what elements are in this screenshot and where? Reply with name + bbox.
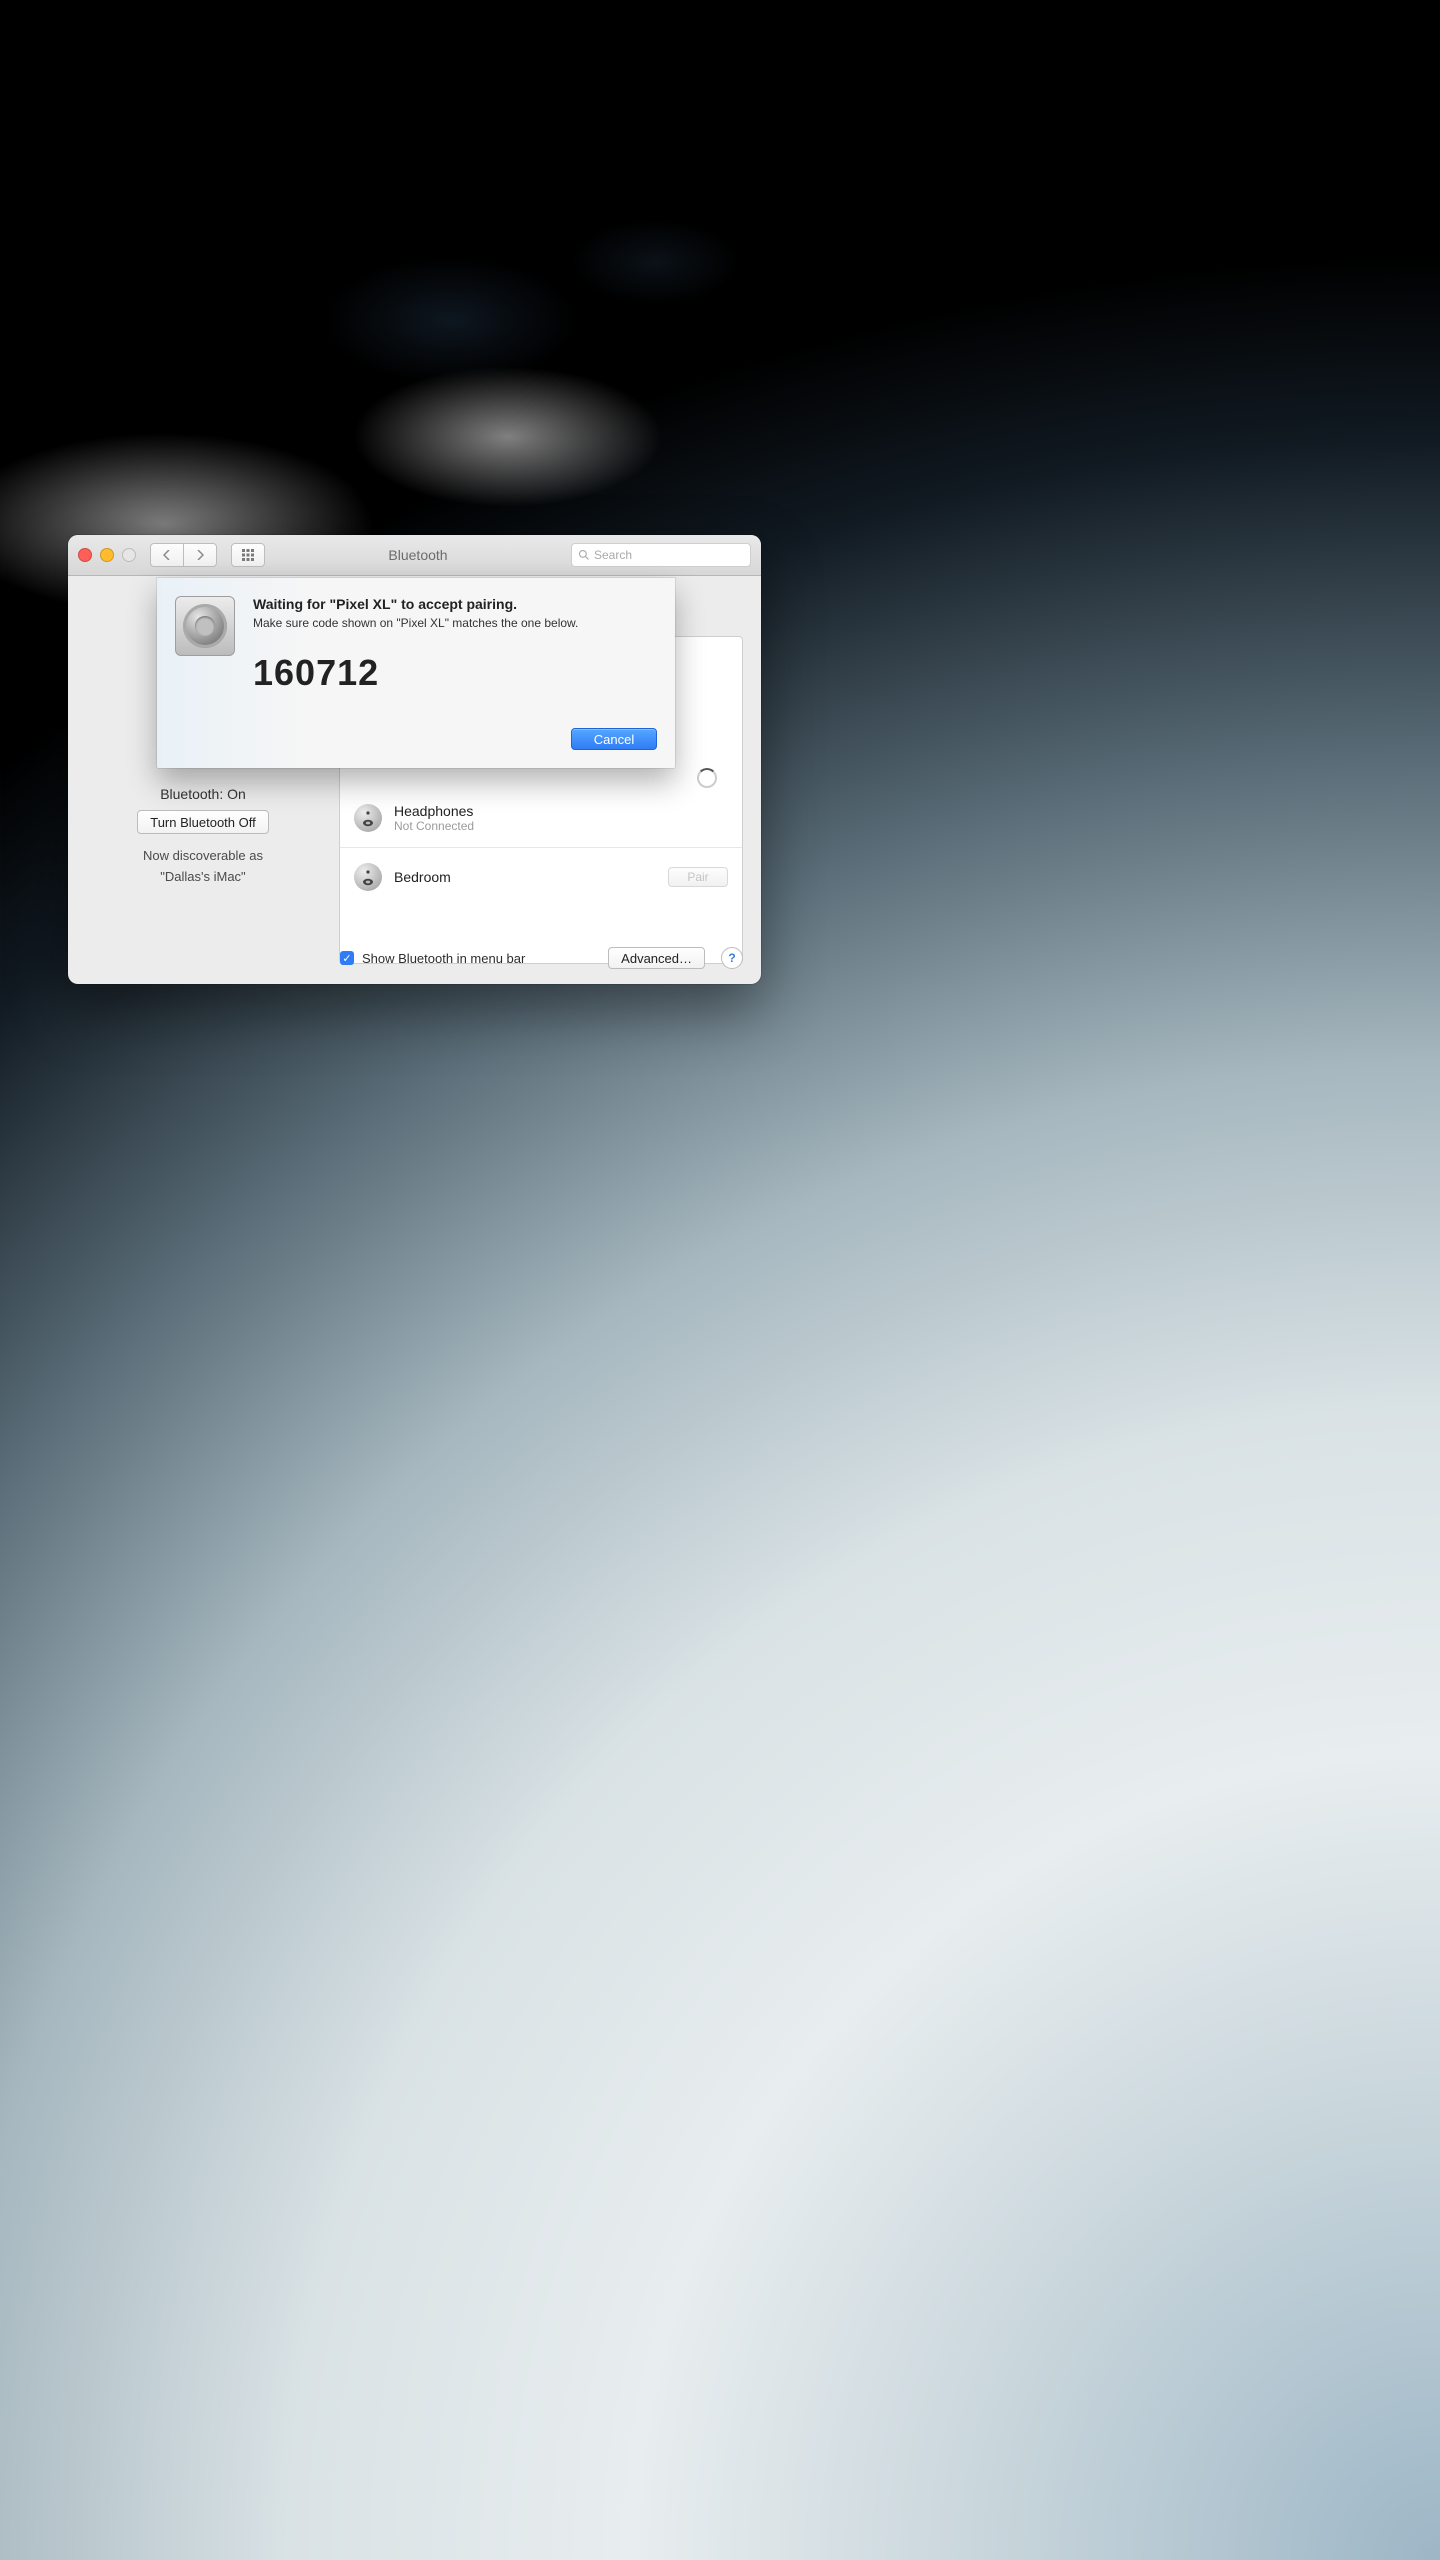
gear-icon	[183, 604, 227, 648]
pairing-code: 160712	[253, 652, 657, 694]
cancel-button[interactable]: Cancel	[571, 728, 657, 750]
titlebar: Bluetooth Search	[68, 535, 761, 576]
sheet-message: Make sure code shown on "Pixel XL" match…	[253, 616, 657, 630]
device-name: Headphones	[394, 803, 728, 819]
show-menubar-label: Show Bluetooth in menu bar	[362, 951, 600, 966]
search-placeholder: Search	[594, 548, 632, 562]
discoverable-text: Now discoverable as "Dallas's iMac"	[143, 846, 263, 888]
forward-button[interactable]	[183, 543, 217, 567]
close-icon[interactable]	[78, 548, 92, 562]
device-row[interactable]: Headphones Not Connected	[340, 789, 742, 848]
speaker-icon	[354, 863, 382, 891]
discoverable-line1: Now discoverable as	[143, 846, 263, 867]
help-button[interactable]: ?	[721, 947, 743, 969]
speaker-icon	[354, 804, 382, 832]
minimize-icon[interactable]	[100, 548, 114, 562]
advanced-button[interactable]: Advanced…	[608, 947, 705, 969]
nav-buttons	[150, 543, 217, 567]
pairing-sheet: Waiting for "Pixel XL" to accept pairing…	[157, 578, 675, 768]
system-preferences-icon	[175, 596, 235, 656]
device-status: Not Connected	[394, 819, 728, 833]
device-name: Bedroom	[394, 869, 656, 885]
device-text: Headphones Not Connected	[394, 803, 728, 833]
bottom-bar: ✓ Show Bluetooth in menu bar Advanced… ?	[68, 931, 761, 985]
search-input[interactable]: Search	[571, 543, 751, 567]
sheet-title: Waiting for "Pixel XL" to accept pairing…	[253, 596, 657, 612]
device-row[interactable]: Bedroom Pair	[340, 848, 742, 906]
discoverable-line2: "Dallas's iMac"	[143, 867, 263, 888]
traffic-lights	[78, 548, 136, 562]
device-text: Bedroom	[394, 869, 656, 885]
show-menubar-checkbox[interactable]: ✓	[340, 951, 354, 965]
pair-button[interactable]: Pair	[668, 867, 728, 887]
back-button[interactable]	[150, 543, 183, 567]
zoom-icon[interactable]	[122, 548, 136, 562]
toggle-bluetooth-button[interactable]: Turn Bluetooth Off	[137, 810, 269, 834]
show-all-button[interactable]	[231, 543, 265, 567]
pairing-spinner-icon	[697, 768, 717, 788]
window-title: Bluetooth	[273, 547, 563, 563]
bluetooth-status: Bluetooth: On	[160, 786, 246, 802]
sheet-content: Waiting for "Pixel XL" to accept pairing…	[253, 596, 657, 750]
